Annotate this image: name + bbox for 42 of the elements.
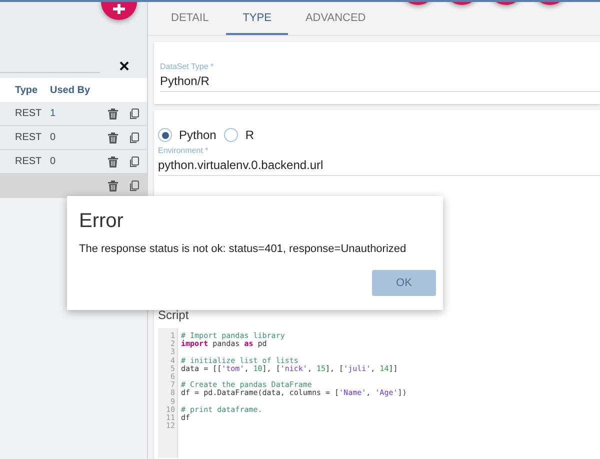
table-row[interactable]: REST 1 <box>0 102 147 126</box>
plus-icon <box>113 4 125 14</box>
table-cell-text: REST <box>14 156 43 167</box>
copy-icon <box>128 132 140 144</box>
column-header: Used By <box>50 84 92 96</box>
copy-icon <box>128 108 140 120</box>
dialog-title: Error <box>79 210 124 233</box>
delete-button[interactable] <box>107 108 119 120</box>
delete-button[interactable] <box>107 180 119 192</box>
table-cell-text: 0 <box>50 156 57 167</box>
table-row[interactable] <box>0 174 147 198</box>
table-cell-text: REST <box>14 132 43 143</box>
radio-option[interactable]: Python <box>158 128 216 142</box>
tab[interactable]: DETAIL <box>154 2 226 35</box>
copy-button[interactable] <box>128 180 140 192</box>
dialog-message: The response status is not ok: status=401, response=Unauthorized <box>79 243 408 255</box>
dataset-type-field[interactable]: Python/R <box>160 74 600 88</box>
delete-button[interactable] <box>107 132 119 144</box>
table-cell-text: 0 <box>50 132 57 143</box>
field-label: DataSet Type * <box>160 62 215 71</box>
script-label: Script <box>158 308 190 322</box>
delete-button[interactable] <box>107 156 119 168</box>
close-button[interactable]: × <box>119 58 130 74</box>
trash-icon <box>107 180 119 192</box>
copy-button[interactable] <box>128 108 140 120</box>
trash-icon <box>107 132 119 144</box>
table-row[interactable]: REST 0 <box>0 150 147 174</box>
copy-button[interactable] <box>128 156 140 168</box>
field-label: Environment * <box>158 146 210 155</box>
tab[interactable]: TYPE <box>226 2 288 35</box>
radio-option[interactable]: R <box>224 128 254 142</box>
tab[interactable]: ADVANCED <box>288 2 383 35</box>
trash-icon <box>107 156 119 168</box>
copy-icon <box>128 180 140 192</box>
table-row[interactable]: REST 0 <box>0 126 147 150</box>
column-header: Type <box>14 84 39 96</box>
table-cell-text: REST <box>14 108 43 119</box>
copy-icon <box>128 156 140 168</box>
trash-icon <box>107 108 119 120</box>
copy-button[interactable] <box>128 132 140 144</box>
environment-field[interactable]: python.virtualenv.0.backend.url <box>158 158 600 172</box>
table-cell-text: 1 <box>50 108 57 119</box>
